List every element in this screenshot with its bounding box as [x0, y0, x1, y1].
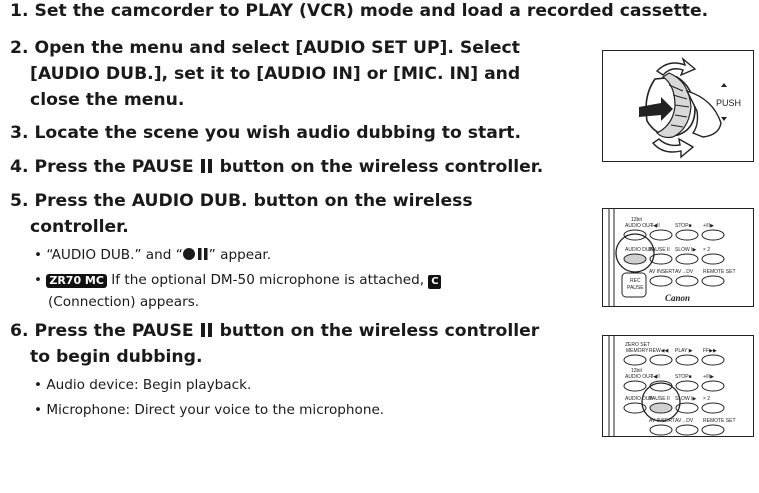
- svg-text:–/◀II: –/◀II: [649, 374, 660, 380]
- step-2-line-3: close the menu.: [30, 90, 185, 110]
- record-pause-icon: [182, 248, 208, 260]
- svg-text:–/◀II: –/◀II: [649, 223, 660, 229]
- svg-text:AV INSERT: AV INSERT: [649, 269, 675, 275]
- step-2-line-2: [AUDIO DUB.], set it to [AUDIO IN] or [M…: [30, 64, 521, 84]
- dial-illustration: PUSH: [602, 50, 754, 162]
- svg-text:PAUSE II: PAUSE II: [649, 396, 670, 402]
- remote-illustration-audio-dub: 12bit AUDIO OUT –/◀II STOP■ +/II▶ AUDIO …: [602, 208, 754, 307]
- step-4: 4. Press the PAUSE button on the wireles…: [10, 157, 544, 177]
- remote-illustration-pause: ZERO SET MEMORY REW◀◀ PLAY ▶ FF▶▶ 12bit …: [602, 335, 754, 437]
- svg-text:STOP■: STOP■: [675, 223, 692, 229]
- step-5-line-2: controller.: [30, 217, 129, 237]
- svg-text:MEMORY: MEMORY: [626, 348, 649, 354]
- pause-icon: [200, 323, 212, 337]
- step-1: 1. Set the camcorder to PLAY (VCR) mode …: [10, 1, 709, 21]
- push-label: PUSH: [716, 98, 741, 108]
- step-2: 2. Open the menu and select [AUDIO SET U…: [10, 38, 520, 58]
- svg-text:PAUSE: PAUSE: [627, 285, 644, 291]
- svg-text:PLAY ▶: PLAY ▶: [675, 348, 693, 354]
- step-5-bullet-2: • ZR70 MC If the optional DM-50 micropho…: [34, 269, 442, 291]
- svg-text:× 2: × 2: [703, 247, 710, 253]
- svg-text:REC: REC: [630, 278, 641, 284]
- svg-text:AV→DV: AV→DV: [675, 269, 694, 275]
- step-6: 6. Press the PAUSE button on the wireles…: [10, 321, 540, 341]
- svg-text:+/II▶: +/II▶: [703, 374, 714, 380]
- step-6-line-2: to begin dubbing.: [30, 347, 203, 367]
- step-6-bullet-2: • Microphone: Direct your voice to the m…: [34, 402, 385, 418]
- model-badge: ZR70 MC: [46, 274, 107, 288]
- step-6-bullet-1: • Audio device: Begin playback.: [34, 377, 252, 393]
- pause-icon: [200, 159, 212, 173]
- svg-text:REW◀◀: REW◀◀: [649, 348, 669, 354]
- step-5-bullet-1: • “AUDIO DUB.” and “” appear.: [34, 247, 272, 263]
- svg-text:SLOW I▶: SLOW I▶: [675, 396, 697, 402]
- svg-text:× 2: × 2: [703, 396, 710, 402]
- svg-text:AV INSERT: AV INSERT: [649, 418, 675, 424]
- svg-text:PAUSE II: PAUSE II: [649, 247, 670, 253]
- svg-text:REMOTE SET: REMOTE SET: [703, 418, 736, 424]
- svg-text:REMOTE SET: REMOTE SET: [703, 269, 736, 275]
- step-3: 3. Locate the scene you wish audio dubbi…: [10, 123, 522, 143]
- connection-icon: C: [428, 275, 442, 289]
- step-5-bullet-2-line-2: (Connection) appears.: [48, 294, 200, 310]
- svg-text:FF▶▶: FF▶▶: [703, 348, 717, 354]
- svg-text:AV→DV: AV→DV: [675, 418, 694, 424]
- svg-text:STOP■: STOP■: [675, 374, 692, 380]
- svg-text:+/II▶: +/II▶: [703, 223, 714, 229]
- step-5: 5. Press the AUDIO DUB. button on the wi…: [10, 191, 473, 211]
- svg-text:SLOW I▶: SLOW I▶: [675, 247, 697, 253]
- canon-logo: Canon: [665, 293, 690, 303]
